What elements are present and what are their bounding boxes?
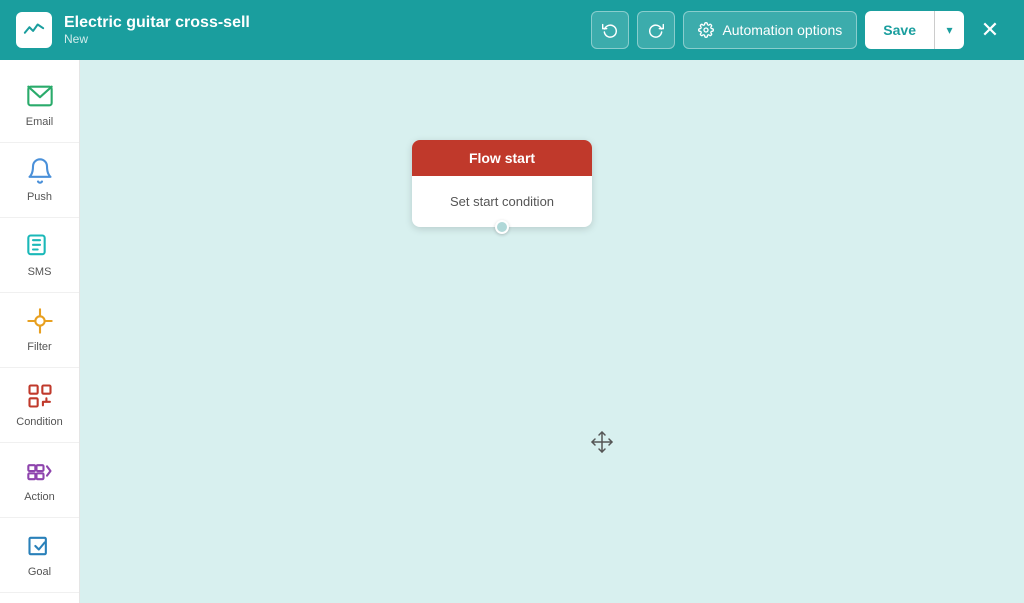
condition-icon: [26, 382, 54, 410]
save-button[interactable]: Save: [865, 11, 934, 49]
main-area: Email Push SMS: [0, 60, 1024, 603]
header-actions: Automation options Save ▾ ✕: [591, 11, 1008, 49]
sidebar-item-action[interactable]: Action: [0, 443, 79, 518]
automation-options-label: Automation options: [722, 22, 842, 38]
sidebar: Email Push SMS: [0, 60, 80, 603]
sidebar-item-filter-label: Filter: [27, 341, 51, 353]
header-title-block: Electric guitar cross-sell New: [64, 14, 579, 46]
sidebar-item-sms[interactable]: SMS: [0, 218, 79, 293]
sidebar-item-condition[interactable]: Condition: [0, 368, 79, 443]
save-button-group: Save ▾: [865, 11, 964, 49]
filter-icon: [26, 307, 54, 335]
flow-start-node[interactable]: Flow start Set start condition: [412, 140, 592, 227]
sidebar-item-email-label: Email: [26, 116, 54, 128]
push-icon: [26, 157, 54, 185]
automation-options-button[interactable]: Automation options: [683, 11, 857, 49]
goal-icon: [26, 532, 54, 560]
gear-icon: [698, 22, 714, 38]
chevron-down-icon: ▾: [946, 23, 952, 37]
canvas[interactable]: Flow start Set start condition: [80, 60, 1024, 603]
sidebar-item-action-label: Action: [24, 491, 55, 503]
move-cursor-icon: [590, 430, 614, 460]
save-dropdown-button[interactable]: ▾: [934, 11, 964, 49]
header: Electric guitar cross-sell New Automatio…: [0, 0, 1024, 60]
sms-icon: [26, 232, 54, 260]
close-button[interactable]: ✕: [972, 12, 1008, 48]
email-icon: [26, 82, 54, 110]
page-subtitle: New: [64, 32, 579, 46]
flow-node-connector[interactable]: [495, 220, 509, 234]
redo-button[interactable]: [637, 11, 675, 49]
sidebar-item-goal-label: Goal: [28, 566, 51, 578]
sidebar-item-goal[interactable]: Goal: [0, 518, 79, 593]
app-logo: [16, 12, 52, 48]
sidebar-item-email[interactable]: Email: [0, 68, 79, 143]
sidebar-item-condition-label: Condition: [16, 416, 62, 428]
page-title: Electric guitar cross-sell: [64, 14, 579, 32]
sidebar-item-filter[interactable]: Filter: [0, 293, 79, 368]
sidebar-item-push[interactable]: Push: [0, 143, 79, 218]
sidebar-item-sms-label: SMS: [28, 266, 52, 278]
flow-node-header: Flow start: [412, 140, 592, 176]
undo-button[interactable]: [591, 11, 629, 49]
sidebar-item-push-label: Push: [27, 191, 52, 203]
action-icon: [26, 457, 54, 485]
